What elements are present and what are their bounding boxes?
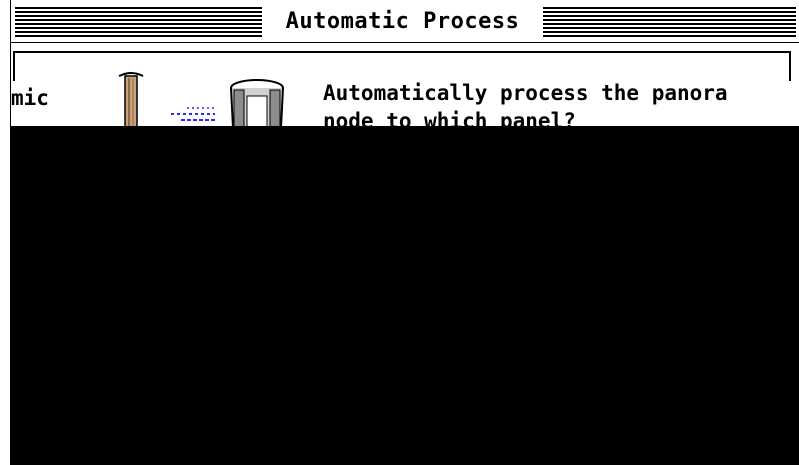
window-title: Automatic Process xyxy=(262,4,543,40)
left-clipped-label: mic xyxy=(11,86,49,110)
prompt-line-1: Automatically process the panora xyxy=(323,81,728,105)
process-illustration xyxy=(118,72,284,128)
dashed-arrow-icon xyxy=(171,107,215,121)
pillar-icon xyxy=(118,72,144,128)
title-bar[interactable]: Automatic Process xyxy=(11,0,799,43)
title-stripes-left xyxy=(15,7,262,37)
occluded-region xyxy=(10,126,799,465)
title-stripes-right xyxy=(543,7,796,37)
panorama-cylinder-icon xyxy=(230,79,284,128)
